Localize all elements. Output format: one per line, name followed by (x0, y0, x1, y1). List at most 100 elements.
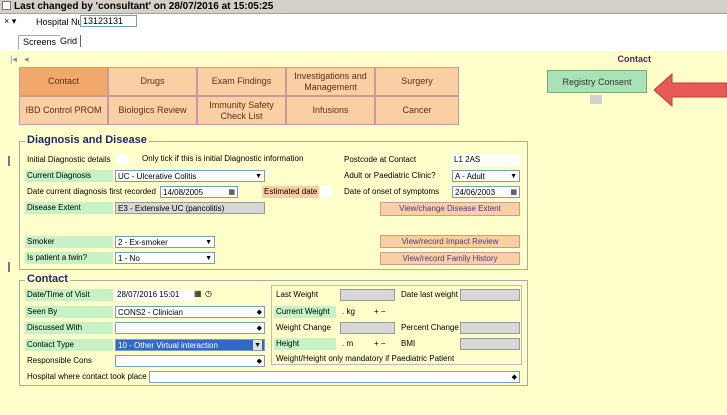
window-corner-icon[interactable] (2, 1, 11, 10)
hospital-controls-icon[interactable]: × ▾ (4, 16, 16, 27)
chevron-down-icon[interactable]: ▼ (205, 253, 212, 263)
tab-screens[interactable]: Screens (18, 35, 61, 49)
weight-change-field (340, 322, 395, 334)
estimated-date-label: Estimated date (262, 186, 320, 198)
diamond-icon[interactable]: ◆ (257, 307, 262, 317)
edge-mark (8, 156, 10, 166)
onset-label: Date of onset of symptoms (344, 187, 440, 196)
discussed-with-select[interactable]: ◆ (115, 322, 265, 334)
tab-grid[interactable]: Grid (56, 35, 81, 49)
immunity-safety-button[interactable]: Immunity Safety Check List (197, 96, 286, 125)
chevron-down-icon[interactable]: ▼ (205, 237, 212, 247)
dx-date-field[interactable]: 14/08/2005 ▦ (160, 186, 238, 198)
contact-type-value: 10 - Other Virtual interaction (118, 341, 218, 350)
last-weight-field (340, 289, 395, 301)
drugs-screen-button[interactable]: Drugs (108, 67, 197, 96)
current-dx-label: Current Diagnosis (25, 170, 113, 182)
onset-date-value: 24/06/2003 (455, 188, 496, 197)
exam-findings-button[interactable]: Exam Findings (197, 67, 286, 96)
extent-label: Disease Extent (25, 202, 113, 214)
twin-select[interactable]: 1 - No ▼ (115, 252, 215, 264)
view-extent-button[interactable]: View/change Disease Extent (380, 202, 520, 216)
family-history-button[interactable]: View/record Family History (380, 252, 520, 265)
last-weight-label: Last Weight (276, 290, 319, 299)
estimated-date-checkbox[interactable] (320, 186, 332, 197)
responsible-cons-label: Responsible Cons (27, 356, 92, 365)
percent-change-field (460, 322, 520, 334)
prev-record-icon[interactable]: ◂ (24, 54, 29, 65)
seen-by-value: CONS2 - Clinician (118, 308, 183, 317)
clinic-select[interactable]: A - Adult ▼ (452, 170, 520, 182)
diamond-icon[interactable]: ◆ (512, 372, 517, 382)
weight-unit[interactable]: . kg (340, 306, 355, 318)
percent-change-label: Percent Change (401, 323, 459, 332)
view-tabs: Screens Grid (0, 29, 727, 51)
contact-type-select[interactable]: 10 - Other Virtual interaction ▼ (115, 339, 265, 351)
clinic-value: A - Adult (455, 172, 485, 181)
onset-date-field[interactable]: 24/06/2003 ▦ (452, 186, 520, 198)
diamond-icon[interactable]: ◆ (257, 323, 262, 333)
smoker-label: Smoker (25, 236, 113, 248)
extent-field: E3 - Extensive UC (pancolitis) (115, 202, 265, 214)
date-last-weight-field (460, 289, 520, 301)
hospital-where-label: Hospital where contact took place (27, 372, 147, 381)
responsible-cons-select[interactable]: ◆ (115, 355, 265, 367)
infusions-button[interactable]: Infusions (286, 96, 375, 125)
current-dx-value: UC - Ulcerative Colitis (118, 172, 197, 181)
edge-mark (8, 262, 10, 272)
cancer-button[interactable]: Cancer (375, 96, 459, 125)
clock-icon[interactable]: ◷ (205, 289, 212, 298)
seen-by-select[interactable]: CONS2 - Clinician ◆ (115, 306, 265, 318)
hospital-where-select[interactable]: ◆ (149, 371, 520, 383)
seen-by-label: Seen By (25, 306, 113, 318)
smoker-select[interactable]: 2 - Ex-smoker ▼ (115, 236, 215, 248)
calendar-icon[interactable]: ▦ (510, 187, 517, 197)
diagnosis-section-title: Diagnosis and Disease (25, 134, 149, 146)
height-label: Height (274, 338, 336, 350)
smoker-value: 2 - Ex-smoker (118, 238, 168, 247)
chevron-down-icon[interactable]: ▼ (255, 171, 262, 181)
dx-date-label: Date current diagnosis first recorded (27, 187, 156, 196)
hospital-number-field[interactable]: 13123131 (80, 15, 137, 27)
initial-dx-checkbox[interactable] (116, 154, 129, 165)
record-nav-row: |◂ ◂ Contact (0, 51, 727, 67)
visit-datetime-field[interactable]: 28/07/2016 15:01 (115, 289, 195, 301)
height-unit[interactable]: . m (340, 338, 353, 350)
dx-date-value: 14/08/2005 (163, 188, 204, 197)
contact-type-label: Contact Type (25, 339, 113, 351)
initial-dx-note: Only tick if this is initial Diagnostic … (142, 154, 304, 163)
current-weight-label: Current Weight (274, 306, 336, 318)
arrow-left-icon (654, 72, 727, 108)
surgery-button[interactable]: Surgery (375, 67, 459, 96)
bmi-field (460, 338, 520, 350)
registry-checkbox[interactable] (590, 95, 602, 104)
chevron-down-icon[interactable]: ▼ (253, 340, 262, 350)
height-plus-minus[interactable]: + − (372, 338, 386, 350)
contact-screen-button[interactable]: Contact (19, 67, 108, 96)
weight-plus-minus[interactable]: + − (372, 306, 386, 318)
diamond-icon[interactable]: ◆ (257, 356, 262, 366)
postcode-field[interactable]: L1 2AS (452, 154, 520, 166)
ibd-control-prom-button[interactable]: IBD Control PROM (19, 96, 108, 125)
current-dx-select[interactable]: UC - Ulcerative Colitis ▼ (115, 170, 265, 182)
chevron-down-icon[interactable]: ▼ (510, 171, 517, 181)
title-bar: Last changed by 'consultant' on 28/07/20… (0, 0, 727, 14)
visit-label: Date/Time of Visit (25, 289, 113, 301)
date-last-weight-label: Date last weight (401, 290, 458, 299)
initial-dx-label: Initial Diagnostic details (27, 155, 111, 164)
registry-consent-button[interactable]: Registry Consent (547, 70, 647, 93)
calendar-icon[interactable]: ▦ (228, 187, 235, 197)
weight-change-label: Weight Change (276, 323, 331, 332)
last-changed-text: Last changed by 'consultant' on 28/07/20… (14, 1, 274, 12)
calendar-icon[interactable]: ▦ (194, 289, 202, 298)
biologics-review-button[interactable]: Biologics Review (108, 96, 197, 125)
hospital-number-row: × ▾ Hospital Number 13123131 (0, 14, 727, 29)
postcode-label: Postcode at Contact (344, 155, 417, 164)
investigations-button[interactable]: Investigations and Management (286, 67, 375, 96)
tab-separator (80, 35, 81, 47)
first-record-icon[interactable]: |◂ (10, 54, 17, 65)
clinic-label: Adult or Paediatric Clinic? (344, 171, 436, 180)
impact-review-button[interactable]: View/record Impact Review (380, 235, 520, 248)
twin-value: 1 - No (118, 254, 140, 263)
contact-section-title: Contact (25, 273, 70, 285)
